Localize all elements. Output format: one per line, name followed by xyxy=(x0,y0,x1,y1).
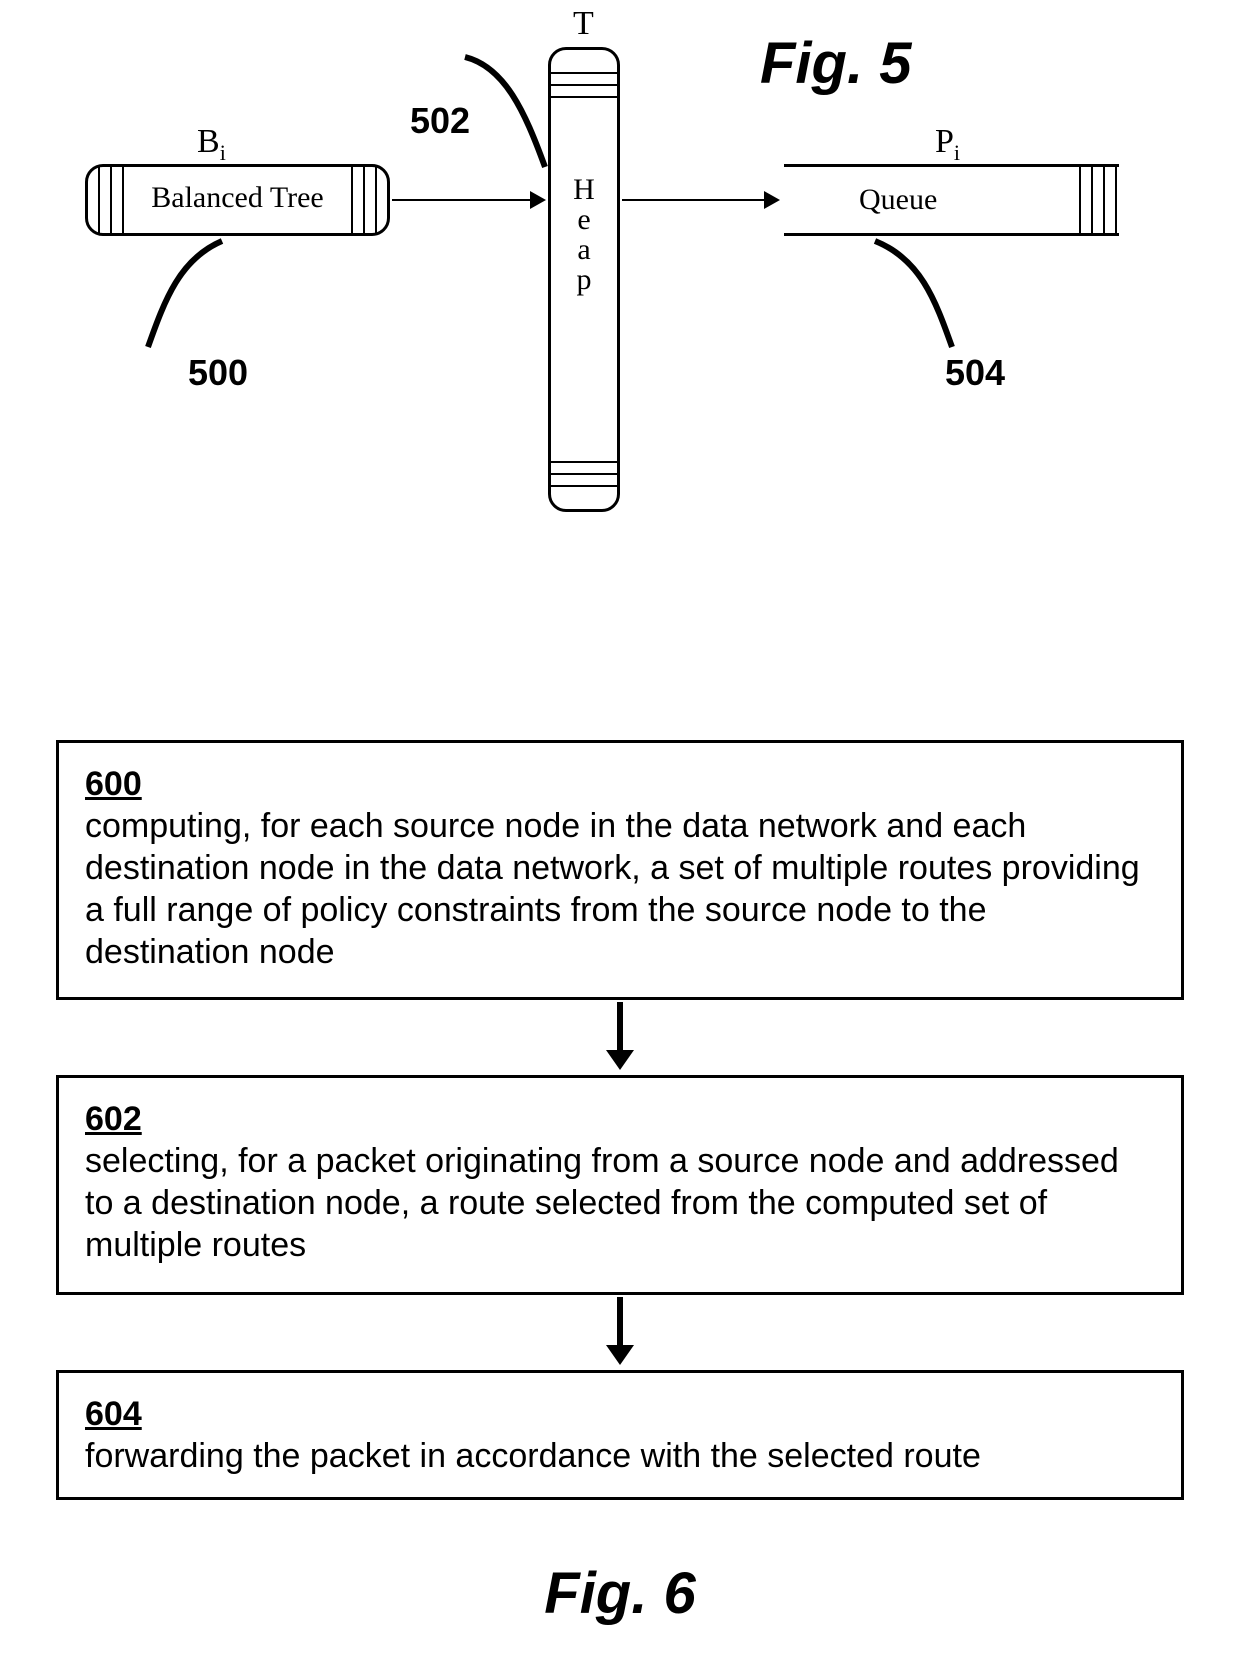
balanced-tree-axis-label: Bi xyxy=(197,123,226,166)
heap-char-3: p xyxy=(551,265,617,295)
refnum-504: 504 xyxy=(945,352,1005,394)
balanced-tree-text: Balanced Tree xyxy=(88,181,387,215)
arrow-shaft-btree-to-heap xyxy=(392,199,532,201)
flow-step-602: 602 selecting, for a packet originating … xyxy=(56,1075,1184,1295)
flow-step-604-text: forwarding the packet in accordance with… xyxy=(85,1437,981,1475)
figure-6-title: Fig. 6 xyxy=(0,1560,1240,1627)
arrow-shaft-600-to-602 xyxy=(617,1002,623,1052)
balanced-tree-label-sub: i xyxy=(220,140,226,165)
arrowhead-602-to-604 xyxy=(606,1345,634,1365)
flow-step-602-ref: 602 xyxy=(85,1100,142,1138)
heap-char-1: e xyxy=(551,205,617,235)
heap-axis-label: T xyxy=(573,5,594,43)
arrow-shaft-heap-to-queue xyxy=(622,199,766,201)
refnum-502: 502 xyxy=(410,100,470,142)
flow-step-604: 604 forwarding the packet in accordance … xyxy=(56,1370,1184,1500)
queue-text: Queue xyxy=(859,183,937,217)
balanced-tree-box: Balanced Tree xyxy=(85,164,390,236)
figure-5-title: Fig. 5 xyxy=(760,30,911,97)
flow-step-600-text: computing, for each source node in the d… xyxy=(85,807,1140,971)
leader-504 xyxy=(870,239,960,349)
queue-label-sub: i xyxy=(954,140,960,165)
flow-step-604-ref: 604 xyxy=(85,1395,142,1433)
balanced-tree-label-base: B xyxy=(197,123,220,160)
leader-500 xyxy=(140,239,230,349)
arrowhead-600-to-602 xyxy=(606,1050,634,1070)
flow-step-600-ref: 600 xyxy=(85,765,142,803)
flow-step-600: 600 computing, for each source node in t… xyxy=(56,740,1184,1000)
queue-axis-label: Pi xyxy=(935,123,960,166)
heap-box: H e a p xyxy=(548,47,620,512)
heap-char-2: a xyxy=(551,235,617,265)
heap-char-0: H xyxy=(551,175,617,205)
arrow-shaft-602-to-604 xyxy=(617,1297,623,1347)
heap-text: H e a p xyxy=(551,175,617,295)
queue-box: Queue xyxy=(784,164,1119,236)
page: Fig. 5 Bi Balanced Tree T H e a p Pi Que… xyxy=(0,0,1240,1676)
queue-label-base: P xyxy=(935,123,954,160)
leader-502 xyxy=(460,52,550,172)
arrowhead-btree-to-heap xyxy=(530,191,546,209)
arrowhead-heap-to-queue xyxy=(764,191,780,209)
refnum-500: 500 xyxy=(188,352,248,394)
flow-step-602-text: selecting, for a packet originating from… xyxy=(85,1142,1119,1264)
